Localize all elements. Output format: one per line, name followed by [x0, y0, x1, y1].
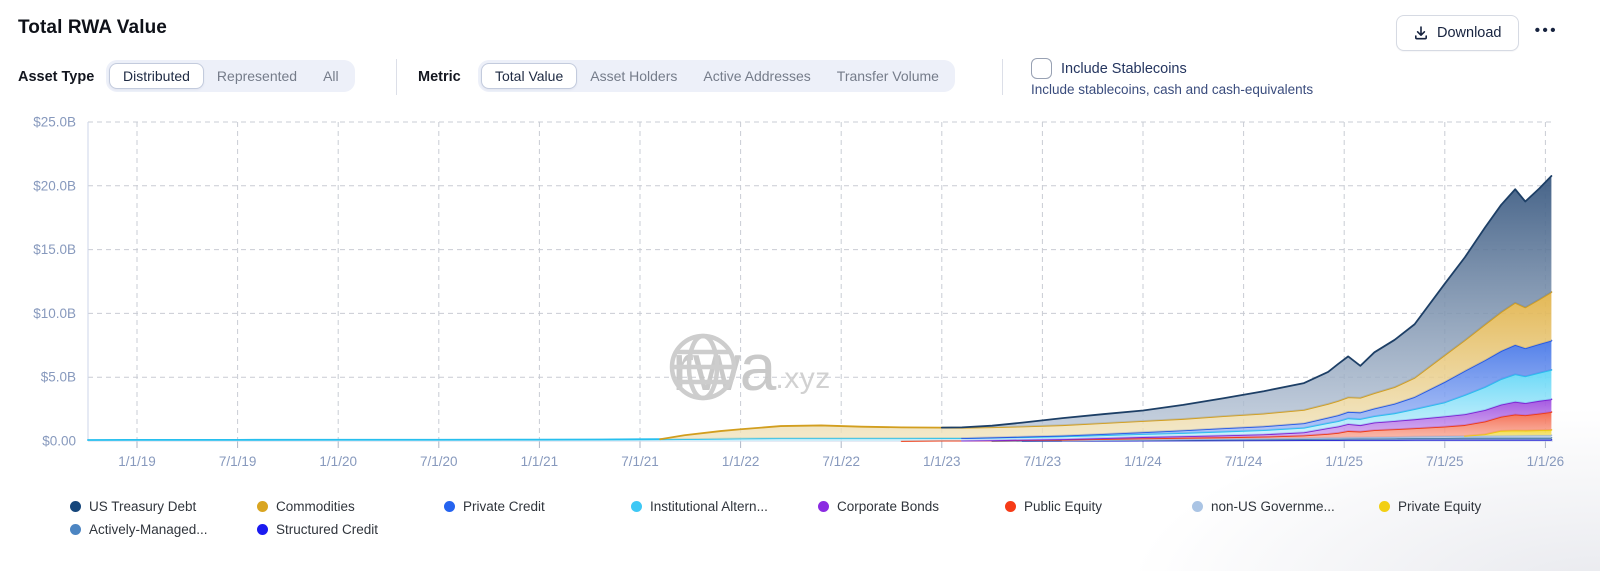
legend-dot-icon	[1379, 501, 1390, 512]
legend-label: Private Equity	[1398, 499, 1481, 514]
stacked-area-chart[interactable]: $25.0B $20.0B $15.0B $10.0B $5.0B $0.00 1/1/19…	[10, 112, 1580, 484]
option-all[interactable]: All	[310, 63, 352, 89]
chart-legend: US Treasury Debt Commodities Private Credi…	[70, 497, 1566, 539]
include-stablecoins-description: Include stablecoins, cash and cash-equiv…	[1031, 82, 1313, 97]
area-us-treasury-debt	[88, 176, 1552, 440]
option-represented[interactable]: Represented	[204, 63, 310, 89]
x-axis-tick-label: 7/1/23	[1024, 454, 1062, 469]
legend-label: Actively-Managed...	[89, 522, 208, 537]
x-axis-tick-label: 1/1/26	[1527, 454, 1565, 469]
legend-label: Private Credit	[463, 499, 545, 514]
include-stablecoins-checkbox[interactable]	[1031, 58, 1052, 79]
y-axis-tick-label: $25.0B	[33, 115, 76, 130]
x-axis-tick-label: 7/1/22	[822, 454, 860, 469]
x-axis-tick-label: 1/1/22	[722, 454, 760, 469]
x-axis-tick-label: 7/1/19	[219, 454, 257, 469]
legend-item[interactable]: Structured Credit	[257, 520, 444, 539]
page-title: Total RWA Value	[18, 17, 167, 39]
legend-item[interactable]: Private Credit	[444, 497, 631, 516]
x-axis-tick-label: 1/1/20	[319, 454, 357, 469]
option-asset-holders[interactable]: Asset Holders	[577, 63, 690, 89]
more-options-icon[interactable]: •••	[1535, 22, 1558, 39]
legend-dot-icon	[631, 501, 642, 512]
asset-type-label: Asset Type	[18, 69, 94, 85]
controls-row: Asset Type DistributedRepresentedAll Met…	[0, 58, 1600, 100]
x-axis-tick-label: 7/1/24	[1225, 454, 1263, 469]
legend-label: Structured Credit	[276, 522, 378, 537]
legend-dot-icon	[1192, 501, 1203, 512]
legend-item[interactable]: Commodities	[257, 497, 444, 516]
legend-dot-icon	[1005, 501, 1016, 512]
x-axis-tick-label: 1/1/25	[1325, 454, 1363, 469]
y-axis-tick-label: $20.0B	[33, 178, 76, 193]
rwa-chart-card: Total RWA Value Download ••• Asset Type …	[0, 0, 1600, 571]
include-stablecoins-label: Include Stablecoins	[1061, 61, 1187, 77]
legend-label: Commodities	[276, 499, 355, 514]
download-icon	[1413, 25, 1429, 41]
legend-label: Corporate Bonds	[837, 499, 939, 514]
x-axis-tick-label: 1/1/19	[118, 454, 156, 469]
y-axis-tick-label: $15.0B	[33, 242, 76, 257]
legend-item[interactable]: non-US Governme...	[1192, 497, 1379, 516]
legend-item[interactable]: Actively-Managed...	[70, 520, 257, 539]
legend-item[interactable]: Public Equity	[1005, 497, 1192, 516]
legend-label: Institutional Altern...	[650, 499, 768, 514]
legend-dot-icon	[257, 501, 268, 512]
metric-segmented-control[interactable]: Total ValueAsset HoldersActive Addresses…	[478, 60, 955, 92]
legend-dot-icon	[444, 501, 455, 512]
option-transfer-volume[interactable]: Transfer Volume	[824, 63, 952, 89]
legend-item[interactable]: Corporate Bonds	[818, 497, 1005, 516]
metric-label: Metric	[418, 69, 461, 85]
divider	[396, 59, 397, 95]
legend-label: US Treasury Debt	[89, 499, 196, 514]
chart-area[interactable]: rwa .xyz $25.0B$20.0B$15.0B$10.0B$5.0B$0…	[10, 112, 1580, 484]
include-stablecoins-group: Include Stablecoins Include stablecoins,…	[1031, 58, 1313, 97]
legend-dot-icon	[70, 524, 81, 535]
divider	[1002, 59, 1003, 95]
y-axis-tick-label: $0.00	[42, 434, 76, 449]
x-axis-tick-label: 1/1/24	[1124, 454, 1162, 469]
legend-dot-icon	[70, 501, 81, 512]
legend-label: non-US Governme...	[1211, 499, 1335, 514]
x-axis-tick-label: 7/1/25	[1426, 454, 1464, 469]
x-axis-tick-label: 7/1/21	[621, 454, 659, 469]
legend-dot-icon	[818, 501, 829, 512]
x-axis-tick-label: 7/1/20	[420, 454, 458, 469]
option-distributed[interactable]: Distributed	[109, 63, 204, 89]
option-total-value[interactable]: Total Value	[481, 63, 577, 89]
asset-type-segmented-control[interactable]: DistributedRepresentedAll	[106, 60, 355, 92]
download-button[interactable]: Download	[1396, 15, 1519, 51]
legend-item[interactable]: Institutional Altern...	[631, 497, 818, 516]
x-axis-tick-label: 1/1/21	[521, 454, 559, 469]
legend-item[interactable]: US Treasury Debt	[70, 497, 257, 516]
legend-item[interactable]: Private Equity	[1379, 497, 1566, 516]
option-active-addresses[interactable]: Active Addresses	[690, 63, 823, 89]
download-button-label: Download	[1437, 25, 1502, 41]
y-axis-tick-label: $10.0B	[33, 306, 76, 321]
y-axis-tick-label: $5.0B	[41, 370, 76, 385]
x-axis-tick-label: 1/1/23	[923, 454, 961, 469]
legend-label: Public Equity	[1024, 499, 1102, 514]
legend-dot-icon	[257, 524, 268, 535]
